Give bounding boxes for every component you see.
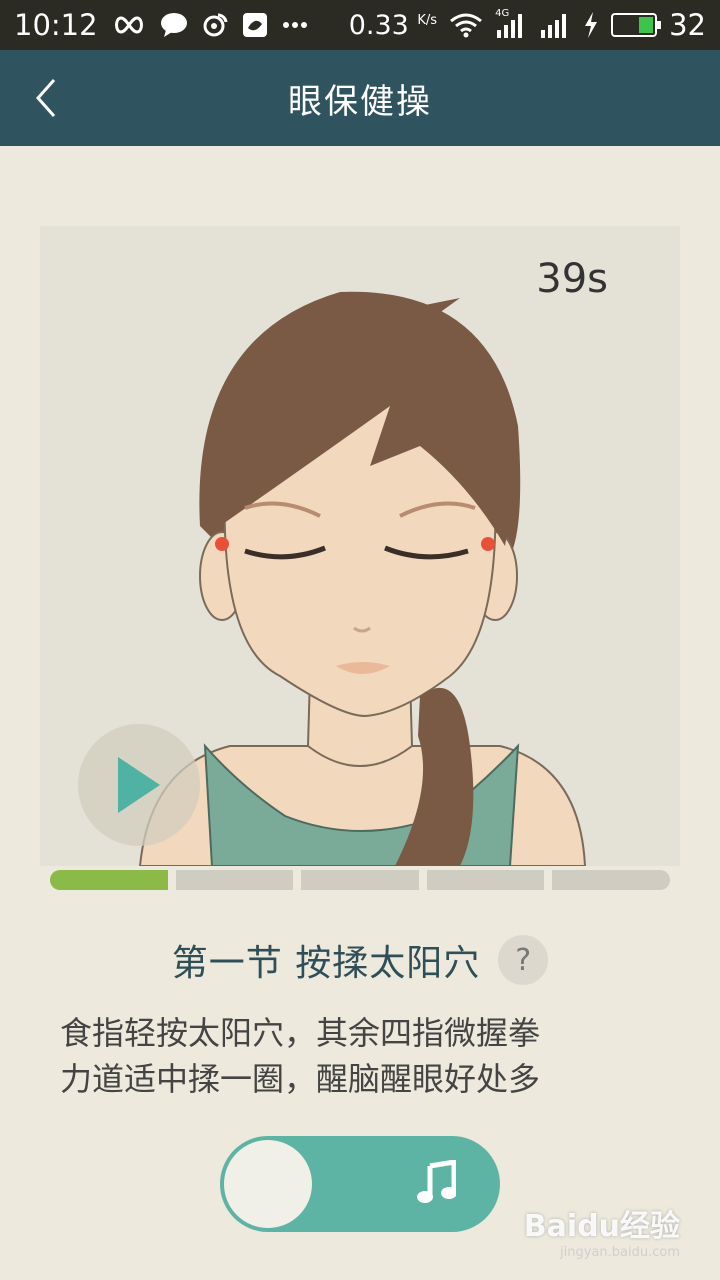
chat-bubble-icon <box>160 12 188 38</box>
signal-4g-icon: 4G <box>495 8 527 38</box>
music-note-icon <box>416 1159 457 1208</box>
play-icon <box>118 757 160 813</box>
watermark: Baidu经验 jingyan.baidu.com <box>524 1201 680 1260</box>
help-button[interactable]: ? <box>498 935 549 985</box>
description-line: 力道适中揉一圈，醒脑醒眼好处多 <box>60 1060 541 1098</box>
countdown-timer: 39s <box>536 256 608 302</box>
watermark-url: jingyan.baidu.com <box>560 1245 680 1260</box>
signal-icon <box>539 12 571 38</box>
page-title: 眼保健操 <box>288 81 432 122</box>
toggle-knob[interactable] <box>224 1140 312 1228</box>
progress-segment <box>50 870 168 890</box>
progress-segment <box>426 870 545 890</box>
section-title: 第一节 按揉太阳穴 <box>171 943 481 984</box>
status-time: 10:12 <box>14 8 98 42</box>
progress-segment <box>301 870 419 890</box>
chevron-left-icon <box>35 79 56 117</box>
weibo-icon <box>202 12 228 38</box>
app-notification-icon <box>242 12 268 38</box>
battery-icon <box>611 13 662 37</box>
wifi-icon <box>449 12 483 38</box>
music-toggle[interactable] <box>220 1136 500 1232</box>
charging-bolt-icon <box>583 12 599 38</box>
exercise-illustration: 39s <box>40 226 680 866</box>
section-header: 第一节 按揉太阳穴 ? <box>0 930 720 990</box>
network-speed: 0.33 K/s <box>348 9 438 41</box>
more-dots-icon <box>282 21 308 29</box>
infinity-icon <box>112 15 146 35</box>
description-line: 食指轻按太阳穴，其余四指微握拳 <box>60 1014 541 1052</box>
battery-level: 32 <box>669 8 706 42</box>
watermark-brand: Baidu经验 <box>523 1209 680 1244</box>
progress-segment <box>175 870 294 890</box>
section-progress-bar <box>50 870 670 890</box>
exercise-description: 食指轻按太阳穴，其余四指微握拳 力道适中揉一圈，醒脑醒眼好处多 <box>60 1010 680 1102</box>
progress-segment <box>552 870 670 890</box>
back-button[interactable] <box>26 74 66 122</box>
play-button[interactable] <box>78 724 200 846</box>
status-bar: 10:12 0.33 K/s 4G 32 <box>0 0 720 50</box>
header: 眼保健操 <box>0 50 720 146</box>
